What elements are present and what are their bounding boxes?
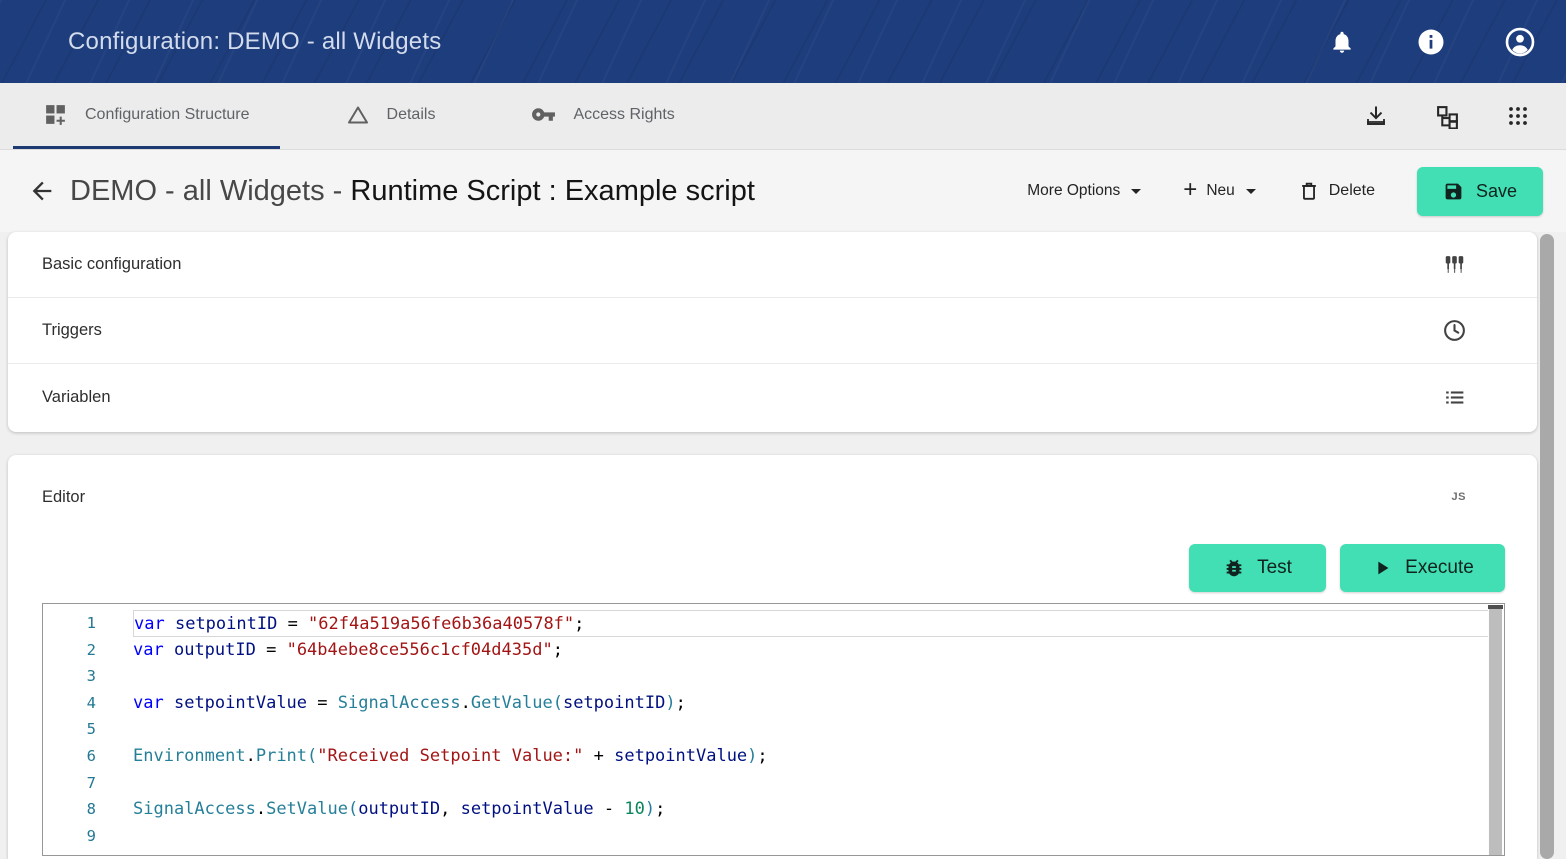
code-text: Environment.Print("Received Setpoint Val… xyxy=(133,743,1487,770)
editor-label: Editor xyxy=(42,488,1537,507)
apps-grid-icon[interactable] xyxy=(1504,102,1532,130)
key-icon xyxy=(531,102,556,127)
code-line: 1 var setpointID = "62f4a519a56fe6b36a405… xyxy=(43,610,1504,637)
tab-label: Configuration Structure xyxy=(85,106,250,124)
more-options-label: More Options xyxy=(1027,182,1120,200)
notifications-icon[interactable] xyxy=(1322,22,1362,62)
section-label: Basic configuration xyxy=(42,255,1442,274)
page-title-prefix: DEMO - all Widgets - xyxy=(70,175,350,207)
dashboard-customize-icon xyxy=(43,102,68,127)
tabbar-toolbar xyxy=(1362,83,1566,149)
page-title: DEMO - all Widgets - Runtime Script : Ex… xyxy=(70,175,1027,208)
section-label: Triggers xyxy=(42,321,1442,340)
language-badge-js: JS xyxy=(1452,491,1466,503)
chevron-down-icon xyxy=(1131,189,1141,194)
editor-card: Editor JS Test Execute 1 var setpointID =… xyxy=(8,455,1537,859)
execute-button[interactable]: Execute xyxy=(1340,544,1505,592)
plus-icon: + xyxy=(1183,178,1197,202)
code-line: 5 xyxy=(43,716,1504,743)
code-text xyxy=(133,823,1487,850)
trash-icon xyxy=(1298,180,1320,202)
clock-icon xyxy=(1442,318,1467,343)
editor-scrollbar[interactable] xyxy=(1488,605,1503,855)
code-text xyxy=(133,770,1487,797)
code-line: 7 xyxy=(43,770,1504,797)
section-variablen[interactable]: Variablen xyxy=(8,364,1537,430)
code-line: 6 Environment.Print("Received Setpoint Va… xyxy=(43,743,1504,770)
title-actions: More Options + Neu Delete Save xyxy=(1027,167,1543,216)
schema-icon[interactable] xyxy=(1433,102,1461,130)
app-header: Configuration: DEMO - all Widgets xyxy=(0,0,1566,83)
code-line: 9 xyxy=(43,823,1504,850)
save-label: Save xyxy=(1476,181,1517,202)
code-text: SignalAccess.SetValue(outputID, setpoint… xyxy=(133,796,1487,823)
editor-actions: Test Execute xyxy=(8,544,1505,592)
list-icon xyxy=(1442,385,1467,410)
test-button[interactable]: Test xyxy=(1189,544,1326,592)
delete-label: Delete xyxy=(1329,182,1375,200)
tab-details[interactable]: Details xyxy=(316,83,466,149)
line-number: 2 xyxy=(43,637,96,664)
tab-configuration-structure[interactable]: Configuration Structure xyxy=(13,83,280,149)
tab-bar: Configuration Structure Details Access R… xyxy=(0,83,1566,150)
execute-label: Execute xyxy=(1405,557,1474,579)
configuration-accordion: Basic configuration Triggers Variablen xyxy=(8,232,1537,432)
code-text: var setpointID = "62f4a519a56fe6b36a4057… xyxy=(133,610,1503,637)
save-floppy-icon xyxy=(1443,181,1464,202)
code-text xyxy=(133,716,1487,743)
line-number: 9 xyxy=(43,823,96,850)
cursor-line-marker xyxy=(1488,605,1503,609)
account-icon[interactable] xyxy=(1500,22,1540,62)
code-line: 8 SignalAccess.SetValue(outputID, setpoin… xyxy=(43,796,1504,823)
page-title-main: Runtime Script : Example script xyxy=(350,175,755,207)
neu-button[interactable]: + Neu xyxy=(1183,180,1255,202)
page-scrollbar-thumb[interactable] xyxy=(1540,234,1554,859)
tab-label: Details xyxy=(387,106,436,124)
line-number: 5 xyxy=(43,716,96,743)
line-number: 6 xyxy=(43,743,96,770)
line-number: 3 xyxy=(43,663,96,690)
editor-scrollbar-thumb[interactable] xyxy=(1489,605,1502,855)
save-button[interactable]: Save xyxy=(1417,167,1543,216)
section-basic-configuration[interactable]: Basic configuration xyxy=(8,232,1537,298)
code-line: 2 var outputID = "64b4ebe8ce556c1cf04d435… xyxy=(43,637,1504,664)
code-text: var outputID = "64b4ebe8ce556c1cf04d435d… xyxy=(133,637,1487,664)
more-options-button[interactable]: More Options xyxy=(1027,182,1141,200)
bug-icon xyxy=(1223,557,1245,579)
test-label: Test xyxy=(1257,557,1292,579)
code-lines: 1 var setpointID = "62f4a519a56fe6b36a405… xyxy=(43,610,1504,849)
page-scrollbar[interactable] xyxy=(1540,234,1554,859)
code-text: var setpointValue = SignalAccess.GetValu… xyxy=(133,690,1487,717)
info-icon[interactable] xyxy=(1411,22,1451,62)
download-icon[interactable] xyxy=(1362,102,1390,130)
section-triggers[interactable]: Triggers xyxy=(8,298,1537,364)
triangle-icon xyxy=(346,103,370,127)
line-number: 8 xyxy=(43,796,96,823)
app-title: Configuration: DEMO - all Widgets xyxy=(68,28,441,56)
line-number: 4 xyxy=(43,690,96,717)
tab-label: Access Rights xyxy=(573,106,674,124)
header-icon-group xyxy=(1322,22,1540,62)
play-icon xyxy=(1371,557,1393,579)
code-line: 4 var setpointValue = SignalAccess.GetVal… xyxy=(43,690,1504,717)
back-arrow-icon[interactable] xyxy=(20,169,64,213)
line-number: 7 xyxy=(43,770,96,797)
app-window: Configuration: DEMO - all Widgets Config… xyxy=(0,0,1566,859)
page-header-row: DEMO - all Widgets - Runtime Script : Ex… xyxy=(0,150,1566,232)
line-number: 1 xyxy=(43,610,96,637)
chevron-down-icon xyxy=(1246,189,1256,194)
section-label: Variablen xyxy=(42,388,1442,407)
code-line: 3 xyxy=(43,663,1504,690)
code-text xyxy=(133,663,1487,690)
delete-button[interactable]: Delete xyxy=(1298,180,1375,202)
tab-access-rights[interactable]: Access Rights xyxy=(501,83,704,149)
code-editor[interactable]: 1 var setpointID = "62f4a519a56fe6b36a405… xyxy=(42,603,1505,856)
neu-label: Neu xyxy=(1206,182,1234,200)
input-component-icon xyxy=(1442,252,1467,277)
